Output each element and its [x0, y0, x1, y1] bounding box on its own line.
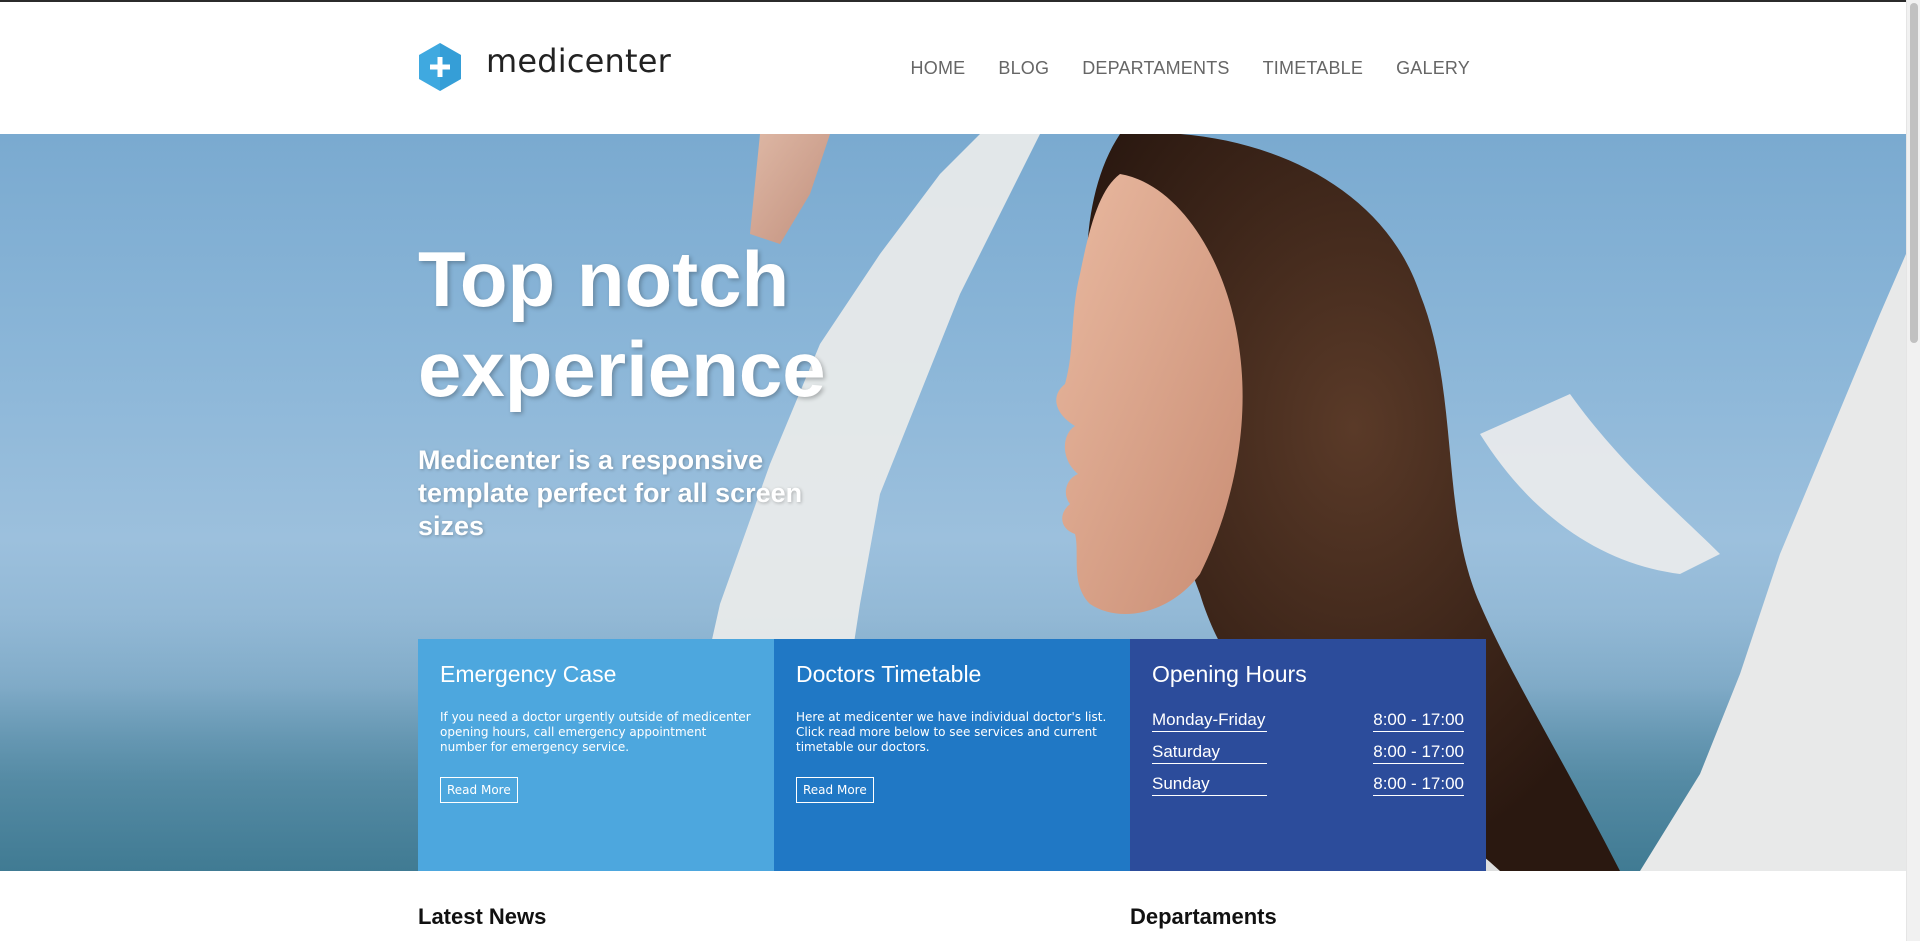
main-nav: HOME BLOG DEPARTAMENTS TIMETABLE GALERY: [911, 58, 1470, 79]
hours-row: Monday-Friday 8:00 - 17:00: [1152, 710, 1464, 732]
info-boxes: Emergency Case If you need a doctor urge…: [418, 639, 1486, 871]
emergency-case-text: If you need a doctor urgently outside of…: [440, 710, 751, 754]
scrollbar-thumb[interactable]: [1910, 3, 1918, 343]
doctors-timetable-text: Here at medicenter we have individual do…: [796, 710, 1107, 754]
doctors-timetable-title: Doctors Timetable: [796, 661, 982, 687]
emergency-case-box: Emergency Case If you need a doctor urge…: [418, 639, 774, 871]
nav-timetable[interactable]: TIMETABLE: [1263, 58, 1363, 79]
hero-subtitle: Medicenter is a responsive template perf…: [418, 445, 803, 541]
content-section: Latest News Departaments: [0, 871, 1906, 941]
hours-row: Sunday 8:00 - 17:00: [1152, 774, 1464, 796]
opening-hours-box: Opening Hours Monday-Friday 8:00 - 17:00…: [1130, 639, 1486, 871]
hero-title: Top notch experience: [418, 235, 826, 413]
site-logo[interactable]: medicenter: [418, 42, 671, 92]
site-header: medicenter HOME BLOG DEPARTAMENTS TIMETA…: [0, 2, 1906, 134]
logo-text: medicenter: [486, 42, 672, 80]
hero-banner: Top notch experience Medicenter is a res…: [0, 134, 1906, 871]
nav-galery[interactable]: GALERY: [1396, 58, 1470, 79]
hours-day: Sunday: [1152, 774, 1267, 796]
departaments-heading: Departaments: [1130, 904, 1277, 929]
latest-news-heading: Latest News: [418, 904, 547, 929]
hours-row: Saturday 8:00 - 17:00: [1152, 742, 1464, 764]
hexagon-plus-icon: [419, 43, 461, 91]
opening-hours-list: Monday-Friday 8:00 - 17:00 Saturday 8:00…: [1152, 710, 1464, 796]
page-scrollbar[interactable]: [1906, 0, 1920, 941]
hours-day: Monday-Friday: [1152, 710, 1267, 732]
opening-hours-title: Opening Hours: [1152, 661, 1307, 687]
emergency-case-title: Emergency Case: [440, 661, 617, 687]
timetable-read-more-button[interactable]: Read More: [796, 777, 874, 803]
doctors-timetable-box: Doctors Timetable Here at medicenter we …: [774, 639, 1130, 871]
hours-time: 8:00 - 17:00: [1373, 710, 1464, 732]
nav-departaments[interactable]: DEPARTAMENTS: [1082, 58, 1229, 79]
nav-home[interactable]: HOME: [911, 58, 966, 79]
hours-time: 8:00 - 17:00: [1373, 742, 1464, 764]
emergency-read-more-button[interactable]: Read More: [440, 777, 518, 803]
hours-time: 8:00 - 17:00: [1373, 774, 1464, 796]
hours-day: Saturday: [1152, 742, 1267, 764]
nav-blog[interactable]: BLOG: [998, 58, 1049, 79]
